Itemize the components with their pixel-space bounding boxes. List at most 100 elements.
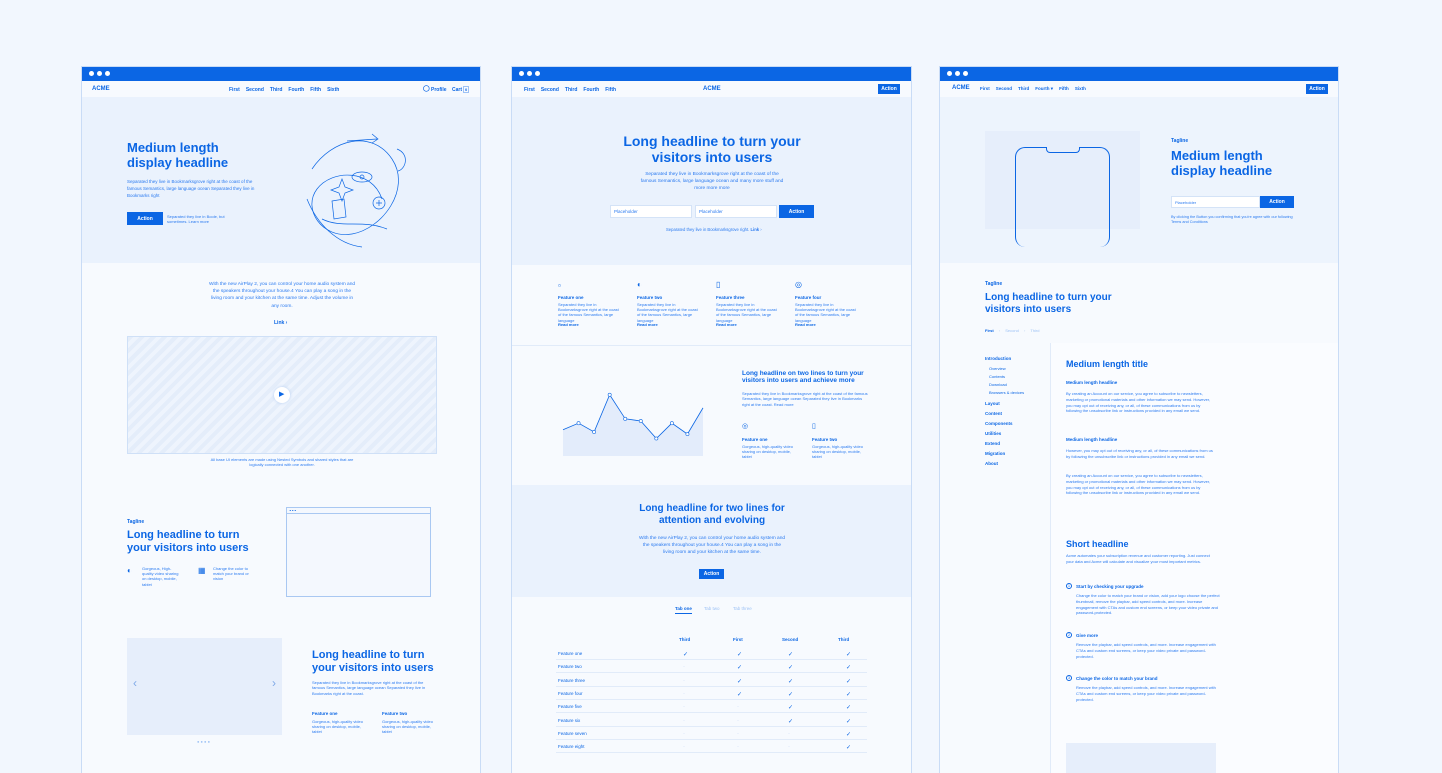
empty-cell: · <box>683 677 685 684</box>
nav-link[interactable]: Second <box>246 87 264 93</box>
placeholder-input[interactable]: Placeholder <box>610 205 692 218</box>
logo[interactable]: ACME <box>703 86 721 92</box>
hero-section: Medium length display headline Separated… <box>82 97 480 263</box>
nav-link[interactable]: Sixth <box>1075 86 1086 92</box>
hero-action-button[interactable]: Action <box>127 212 163 225</box>
sidebar-item[interactable]: Content <box>985 411 1002 417</box>
nav-link[interactable]: Third <box>270 87 283 93</box>
content-title: Medium length title <box>1066 359 1148 369</box>
placeholder-input[interactable]: Placeholder <box>695 205 777 218</box>
hero-text: Separated they live in Bookmarksgrove ri… <box>127 179 255 198</box>
column-header: Second <box>782 637 799 642</box>
tab-two[interactable]: Tab two <box>704 606 720 611</box>
tagline: Tagline <box>127 519 145 525</box>
intro-link[interactable]: Link › <box>274 320 287 326</box>
sidebar-subitem[interactable]: Browsers & devices <box>989 391 1024 395</box>
nav-action-button[interactable]: Action <box>1306 84 1328 94</box>
nav-link[interactable]: First <box>980 86 990 92</box>
chart-point <box>592 430 597 434</box>
sidebar-item[interactable]: Extend <box>985 441 1000 447</box>
feature-text: Gorgeous, High-quality video sharing on … <box>142 566 179 587</box>
empty-cell: · <box>737 717 739 724</box>
nav-link[interactable]: Third <box>565 87 578 93</box>
breadcrumb-item[interactable]: First <box>985 328 994 333</box>
sidebar-item[interactable]: Layout <box>985 401 1000 407</box>
carousel-dots[interactable]: ● ● ● ● <box>197 739 210 744</box>
nav-link[interactable]: Fifth <box>605 87 616 93</box>
table-row: Feature three · ✓ ✓ ✓ <box>556 674 867 687</box>
breadcrumb-item[interactable]: Third <box>1030 328 1039 333</box>
chevron-left-icon[interactable]: ‹ <box>133 676 137 690</box>
feature-text: Separated they live in Bookmarksgrove ri… <box>716 302 777 323</box>
sidebar-subitem[interactable]: Download <box>989 383 1007 387</box>
read-more-link[interactable]: Read more <box>716 322 737 327</box>
hero-section: Long headline to turn your visitors into… <box>512 97 911 265</box>
empty-cell: · <box>683 704 685 711</box>
hero-note[interactable]: By clicking the Button you confirming th… <box>1171 215 1301 225</box>
browser-mockup: ∘∘∘ <box>286 507 431 597</box>
read-more-link[interactable]: Read more <box>558 322 579 327</box>
read-more-link[interactable]: Read more <box>637 322 658 327</box>
carousel-image: ‹ › <box>127 638 282 735</box>
window-titlebar <box>512 67 911 81</box>
breadcrumb-item[interactable]: Second <box>1005 328 1019 333</box>
table-row: Feature seven · · · ✓ <box>556 727 867 740</box>
check-icon: ✓ <box>788 691 794 698</box>
nav-link[interactable]: Sixth <box>327 87 339 93</box>
half-circle-icon: ◐ <box>127 566 132 575</box>
nav-link[interactable]: Fourth <box>583 87 599 93</box>
logo[interactable]: ACME <box>92 86 110 92</box>
sidebar-item[interactable]: Migration <box>985 451 1005 457</box>
step-title: Give more <box>1076 633 1099 638</box>
section-headline: Long headline to turn your visitors into… <box>312 649 434 674</box>
profile-link[interactable]: Profile <box>431 87 447 93</box>
feature-title: Feature two <box>637 295 663 300</box>
table-row: Feature four · ✓ ✓ ✓ <box>556 687 867 700</box>
nav-link[interactable]: Fourth <box>288 87 304 93</box>
logo[interactable]: ACME <box>952 85 970 91</box>
read-more-link[interactable]: Read more <box>795 322 816 327</box>
cart-link[interactable]: Cart <box>452 87 462 93</box>
sidebar-item[interactable]: Introduction <box>985 356 1011 362</box>
nav-link[interactable]: First <box>229 87 240 93</box>
user-icon[interactable]: ◯ <box>423 85 430 92</box>
nav-action-button[interactable]: Action <box>878 84 900 94</box>
feature-split-section: Tagline Long headline to turn your visit… <box>82 482 480 612</box>
play-button[interactable]: ▶ <box>274 387 290 403</box>
check-icon: ✓ <box>788 705 794 712</box>
sidebar-item[interactable]: Components <box>985 421 1013 427</box>
sidebar-item[interactable]: About <box>985 461 998 467</box>
phone-image-frame <box>985 131 1140 247</box>
tab-three[interactable]: Tab three <box>733 606 752 611</box>
tab-one[interactable]: Tab one <box>675 606 692 614</box>
cta-action-button[interactable]: Action <box>699 569 724 579</box>
table-row: Feature eight · · · ✓ <box>556 740 867 754</box>
check-icon: ✓ <box>846 665 852 672</box>
nav-link[interactable]: Fourth ▾ <box>1035 86 1053 92</box>
chevron-right-icon[interactable]: › <box>272 676 276 690</box>
hero-action-button[interactable]: Action <box>779 205 814 218</box>
nav-link[interactable]: Fifth <box>1059 86 1069 92</box>
nav-link[interactable]: Second <box>541 87 559 93</box>
hero-action-button[interactable]: Action <box>1260 196 1294 208</box>
empty-cell: · <box>683 717 685 724</box>
video-player[interactable]: ▶ <box>127 336 437 454</box>
sidebar-item[interactable]: Utilities <box>985 431 1001 437</box>
email-input[interactable]: Placeholder <box>1171 196 1260 208</box>
chevron-right-icon: › <box>285 320 288 326</box>
section-headline: Long headline to turn your visitors into… <box>127 529 249 554</box>
tagline: Tagline <box>1171 138 1189 144</box>
nav-link[interactable]: Fifth <box>310 87 321 93</box>
hero-note[interactable]: Separated they live in Boole, but someti… <box>167 214 232 224</box>
nav-link[interactable]: Second <box>996 86 1012 92</box>
page-header: Tagline Long headline to turn your visit… <box>940 263 1338 341</box>
nav-link[interactable]: First <box>524 87 535 93</box>
feature-title: Feature two <box>812 437 838 442</box>
sidebar-subitem[interactable]: Overview <box>989 367 1006 371</box>
step-number-icon: 2 <box>1066 632 1072 638</box>
chart-point <box>607 392 612 397</box>
hero-illustration <box>306 133 406 248</box>
sidebar-subitem[interactable]: Contents <box>989 375 1005 379</box>
hero-link[interactable]: Separated they live in Bookmarksgrove ri… <box>666 227 762 233</box>
nav-link[interactable]: Third <box>1018 86 1029 92</box>
